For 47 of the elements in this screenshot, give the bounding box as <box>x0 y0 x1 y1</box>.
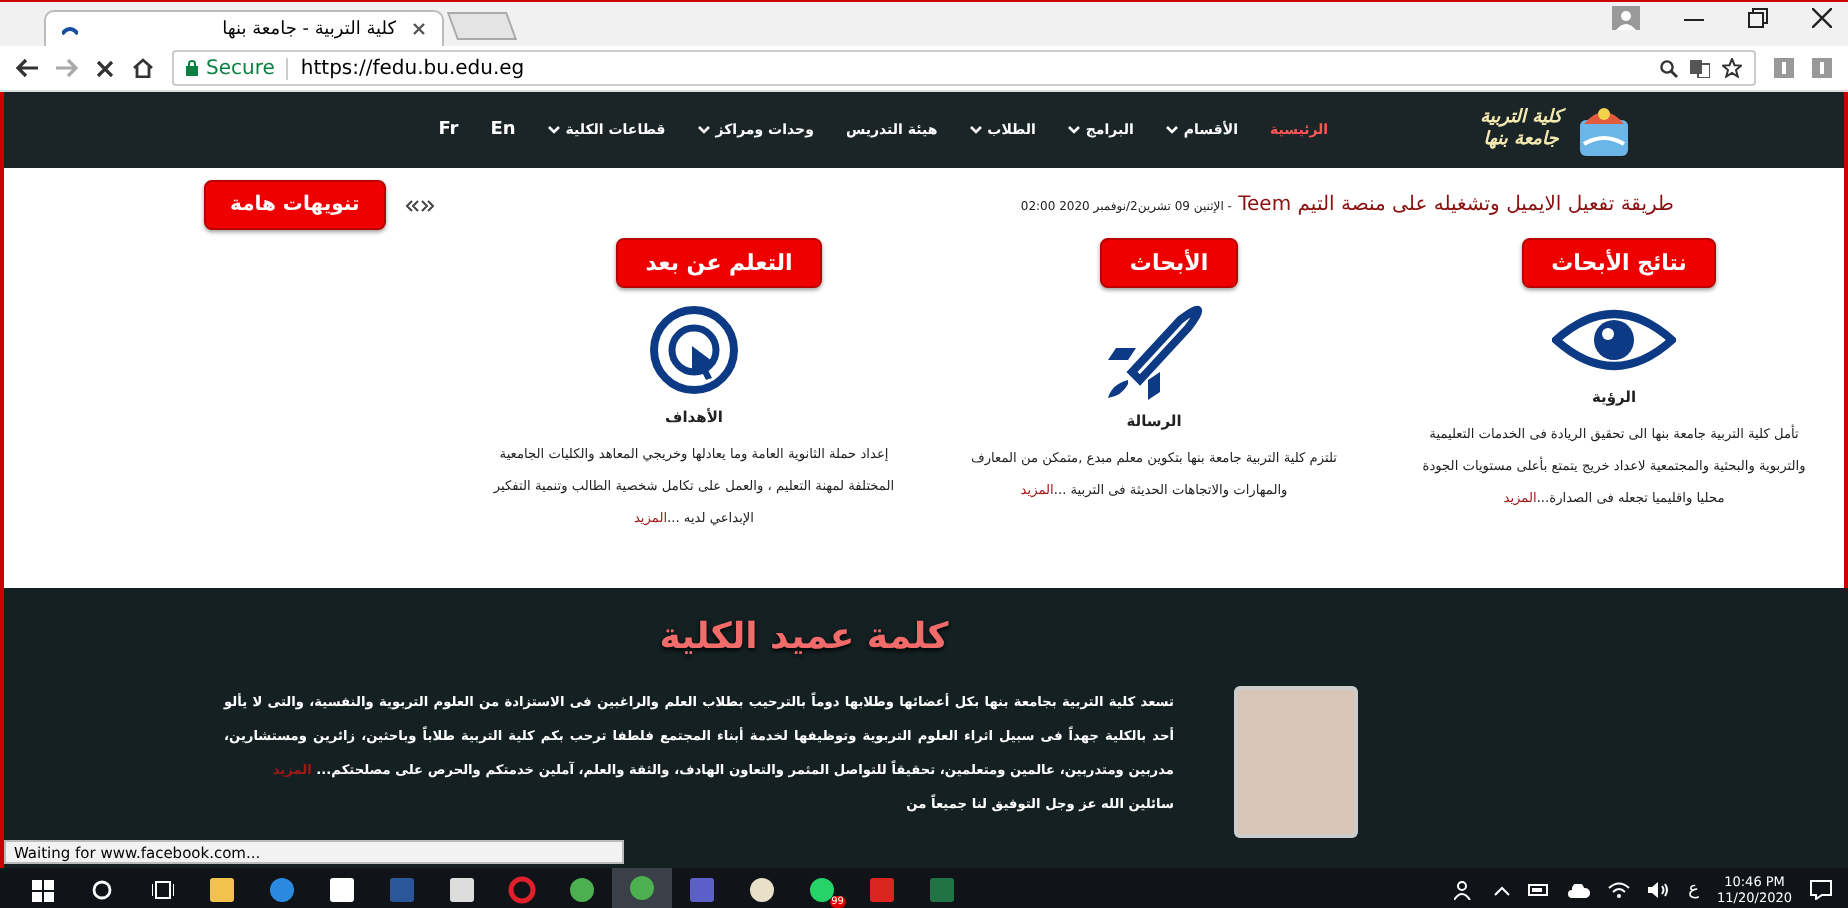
home-icon[interactable] <box>132 58 154 78</box>
extension-icon[interactable] <box>1774 58 1794 78</box>
tab-title: كلية التربية - جامعة بنها <box>220 19 396 39</box>
caret-icon <box>547 126 560 134</box>
nav-link[interactable]: En <box>490 120 516 140</box>
notification-icon[interactable] <box>1810 880 1832 900</box>
secure-label: Secure <box>206 57 275 79</box>
zoom-icon[interactable] <box>1660 59 1678 77</box>
close-icon[interactable] <box>1812 8 1832 28</box>
quick-link-button[interactable]: نتائج الأبحاث <box>1521 238 1717 288</box>
close-icon[interactable] <box>412 22 426 36</box>
speaker-icon[interactable] <box>1648 882 1671 898</box>
url-text: https://fedu.bu.edu.eg <box>300 57 525 79</box>
wifi-icon[interactable] <box>1608 882 1631 898</box>
caret-icon <box>1165 126 1178 134</box>
people-icon[interactable] <box>1454 880 1477 900</box>
caret-icon <box>697 126 710 134</box>
lock-icon <box>186 60 198 76</box>
nav-link[interactable]: Fr <box>438 120 459 140</box>
chevron-up-icon[interactable] <box>1494 885 1511 895</box>
windows-icon <box>31 879 53 901</box>
rocket-icon <box>1104 304 1204 400</box>
caret-icon <box>969 126 982 134</box>
cloud-icon[interactable] <box>1568 883 1591 897</box>
search-icon <box>92 880 112 900</box>
extension-icon[interactable] <box>1812 58 1832 78</box>
logo-text: كلية التربية جامعة بنها <box>1480 108 1562 152</box>
section-title: كلمة عميد الكلية <box>657 616 951 658</box>
quick-link-button[interactable]: التعلم عن بعد <box>615 238 823 288</box>
battery-icon[interactable] <box>1528 884 1551 896</box>
favicon-icon <box>62 23 78 35</box>
input-language[interactable]: ع <box>1688 880 1700 900</box>
target-icon <box>648 304 740 396</box>
star-icon[interactable] <box>1722 58 1742 78</box>
profile-icon[interactable] <box>1612 6 1640 30</box>
eye-icon <box>1552 304 1676 376</box>
restore-icon[interactable] <box>1748 8 1768 28</box>
task-view-icon <box>151 880 173 900</box>
translate-icon[interactable] <box>1690 59 1710 77</box>
notices-button[interactable]: تنويهات هامة <box>204 180 386 230</box>
back-arrow-icon[interactable] <box>16 58 38 78</box>
browser-tab[interactable]: كلية التربية - جامعة بنها <box>44 10 444 46</box>
stop-icon[interactable] <box>96 59 114 77</box>
address-bar[interactable]: Secure https://fedu.bu.edu.eg <box>172 50 1756 86</box>
caret-icon <box>1067 126 1080 134</box>
quick-link-button[interactable]: الأبحاث <box>1099 238 1239 288</box>
pager-arrows-icon[interactable] <box>405 199 434 211</box>
